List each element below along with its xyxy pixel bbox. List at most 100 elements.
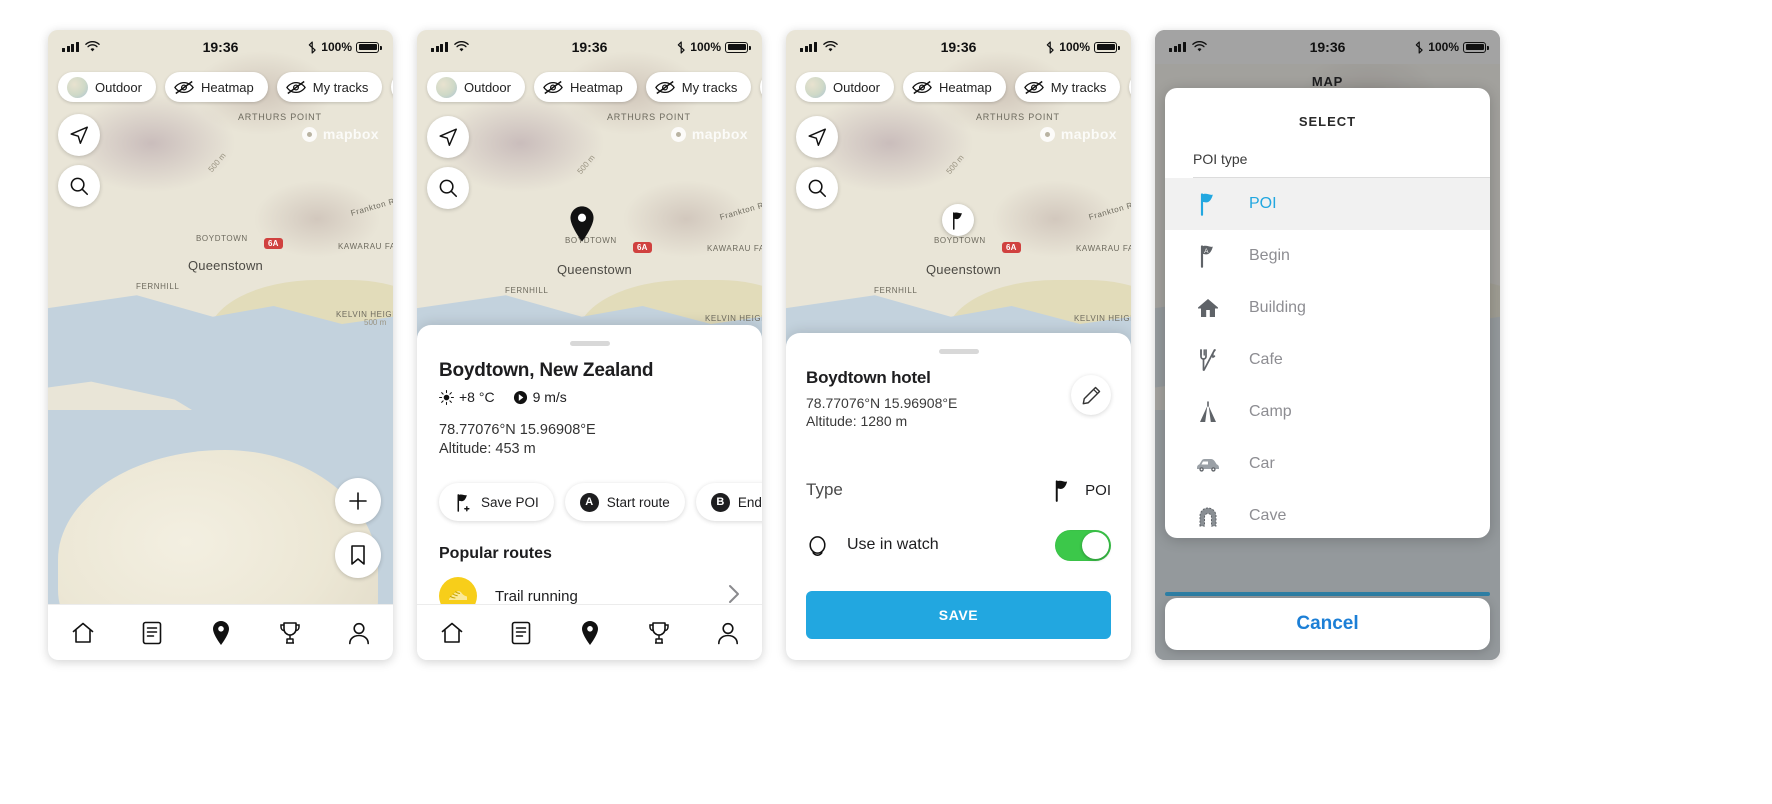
coordinates-value: 78.77076°N 15.96908°E (806, 395, 958, 411)
nav-item-feed[interactable] (129, 613, 175, 653)
road-shield-6a: 6A (1002, 242, 1021, 253)
option-label: Building (1249, 299, 1306, 316)
search-button[interactable] (58, 165, 100, 207)
poi-type-option-begin[interactable]: A Begin (1165, 230, 1490, 282)
coordinates-value: 78.77076°N 15.96908°E (439, 422, 596, 438)
zoom-in-button[interactable] (335, 478, 381, 524)
map-label-kawarau-falls: KAWARAU FALLS (1076, 244, 1131, 253)
layer-chip-bar: Outdoor Heatmap My tracks POI (58, 72, 393, 102)
map-label-queenstown: Queenstown (926, 262, 1001, 277)
poi-marker-flag[interactable] (942, 204, 974, 236)
end-route-button[interactable]: B End route (695, 483, 762, 522)
chip-poi[interactable]: POI (760, 72, 762, 102)
altitude-value: Altitude: 453 m (439, 441, 536, 458)
chip-my-tracks[interactable]: My tracks (645, 72, 752, 102)
nav-item-profile[interactable] (336, 613, 382, 653)
battery-icon (1094, 41, 1120, 53)
house-icon (1193, 297, 1223, 319)
nav-item-challenges[interactable] (636, 613, 682, 653)
popular-routes-heading: Popular routes (439, 545, 552, 563)
chip-poi[interactable]: POI (391, 72, 393, 102)
status-time: 19:36 (1309, 39, 1346, 55)
map-contour-500m-2: 500 m (364, 318, 387, 327)
nav-item-home[interactable] (60, 613, 106, 653)
sheet-grabber[interactable] (938, 349, 979, 354)
search-button[interactable] (796, 167, 838, 209)
sheet-grabber[interactable] (569, 341, 610, 346)
use-in-watch-row[interactable]: Use in watch (806, 529, 1111, 561)
picker-heading: SELECT (1298, 114, 1357, 129)
nav-item-feed[interactable] (498, 613, 544, 653)
home-icon (441, 622, 462, 643)
mapbox-attribution: mapbox (670, 126, 748, 142)
nav-item-map[interactable] (567, 613, 613, 653)
temperature-value: +8 °C (459, 389, 495, 405)
weather-meta-row: +8 °C 9 m/s (439, 389, 740, 405)
trophy-icon (279, 621, 300, 644)
action-pill-row: Save POI A Start route B End route (439, 483, 762, 522)
save-button[interactable]: SAVE (806, 590, 1111, 639)
poi-type-option-cave[interactable]: Cave (1165, 490, 1490, 538)
map-label-boydtown: BOYDTOWN (934, 236, 986, 245)
locate-button[interactable] (427, 116, 469, 158)
poi-type-row[interactable]: Type POI (806, 479, 1111, 502)
poi-type-option-cafe[interactable]: Cafe (1165, 334, 1490, 386)
poi-type-value: POI (1085, 481, 1111, 499)
battery-icon (1463, 41, 1489, 53)
poi-type-picker-modal: SELECT POI type POI A Begin Building Caf… (1165, 88, 1490, 538)
poi-type-option-list[interactable]: POI A Begin Building Cafe Camp Car Cave (1165, 178, 1490, 538)
map-label-arthurs-point: Arthurs Point (238, 112, 322, 122)
map-label-frankton-rd: Frankton Rd (1087, 199, 1131, 222)
search-button[interactable] (427, 167, 469, 209)
status-time: 19:36 (202, 39, 239, 55)
watch-icon (809, 536, 826, 556)
search-icon (439, 179, 458, 198)
sun-icon (439, 389, 454, 405)
map-label-frankton-rd: Frankton Rd (718, 199, 762, 222)
locate-button[interactable] (58, 114, 100, 156)
save-poi-button[interactable]: Save POI (439, 483, 554, 522)
poi-type-option-car[interactable]: Car (1165, 438, 1490, 490)
chip-outdoor[interactable]: Outdoor (796, 72, 894, 102)
use-in-watch-toggle[interactable] (1055, 529, 1111, 561)
start-route-button[interactable]: A Start route (564, 483, 685, 522)
option-label: POI (1249, 195, 1277, 212)
mapbox-label: mapbox (322, 126, 379, 142)
cancel-button-label: Cancel (1296, 613, 1359, 634)
bookmark-button[interactable] (335, 532, 381, 578)
flag-filled-icon (952, 211, 962, 230)
chip-my-tracks[interactable]: My tracks (276, 72, 383, 102)
chip-poi[interactable]: POI (1129, 72, 1131, 102)
map-label-arthurs-point: Arthurs Point (976, 112, 1060, 122)
poi-type-option-poi[interactable]: POI (1165, 178, 1490, 230)
nav-item-map[interactable] (198, 613, 244, 653)
flag-filled-icon (1055, 480, 1068, 502)
mapbox-label: mapbox (1060, 126, 1117, 142)
nav-item-challenges[interactable] (267, 613, 313, 653)
map-label-kelvin-heights: KELVIN HEIGHTS (1074, 314, 1131, 323)
map-style-thumbnail-icon (67, 76, 88, 98)
chip-heatmap[interactable]: Heatmap (533, 72, 637, 102)
coordinates-block: 78.77076°N 15.96908°E Altitude: 453 m (439, 421, 740, 459)
location-pin-icon (212, 620, 229, 645)
nav-item-profile[interactable] (705, 613, 751, 653)
list-icon (142, 621, 161, 644)
edit-poi-button[interactable] (1071, 375, 1111, 415)
locate-button[interactable] (796, 116, 838, 158)
poi-type-option-building[interactable]: Building (1165, 282, 1490, 334)
battery-icon (725, 41, 751, 53)
chip-heatmap[interactable]: Heatmap (164, 72, 268, 102)
poi-type-option-camp[interactable]: Camp (1165, 386, 1490, 438)
picker-accent-bar (1165, 592, 1490, 596)
layer-chip-bar: Outdoor Heatmap My tracks POI (796, 72, 1131, 102)
chip-outdoor[interactable]: Outdoor (58, 72, 156, 102)
cancel-button[interactable]: Cancel (1165, 598, 1490, 650)
map-label-boydtown: BOYDTOWN (196, 234, 248, 243)
selected-location-pin[interactable] (567, 205, 597, 248)
nav-item-home[interactable] (429, 613, 475, 653)
mapbox-label: mapbox (691, 126, 748, 142)
chip-my-tracks[interactable]: My tracks (1014, 72, 1121, 102)
bookmark-icon (351, 545, 365, 565)
chip-heatmap[interactable]: Heatmap (902, 72, 1006, 102)
chip-outdoor[interactable]: Outdoor (427, 72, 525, 102)
